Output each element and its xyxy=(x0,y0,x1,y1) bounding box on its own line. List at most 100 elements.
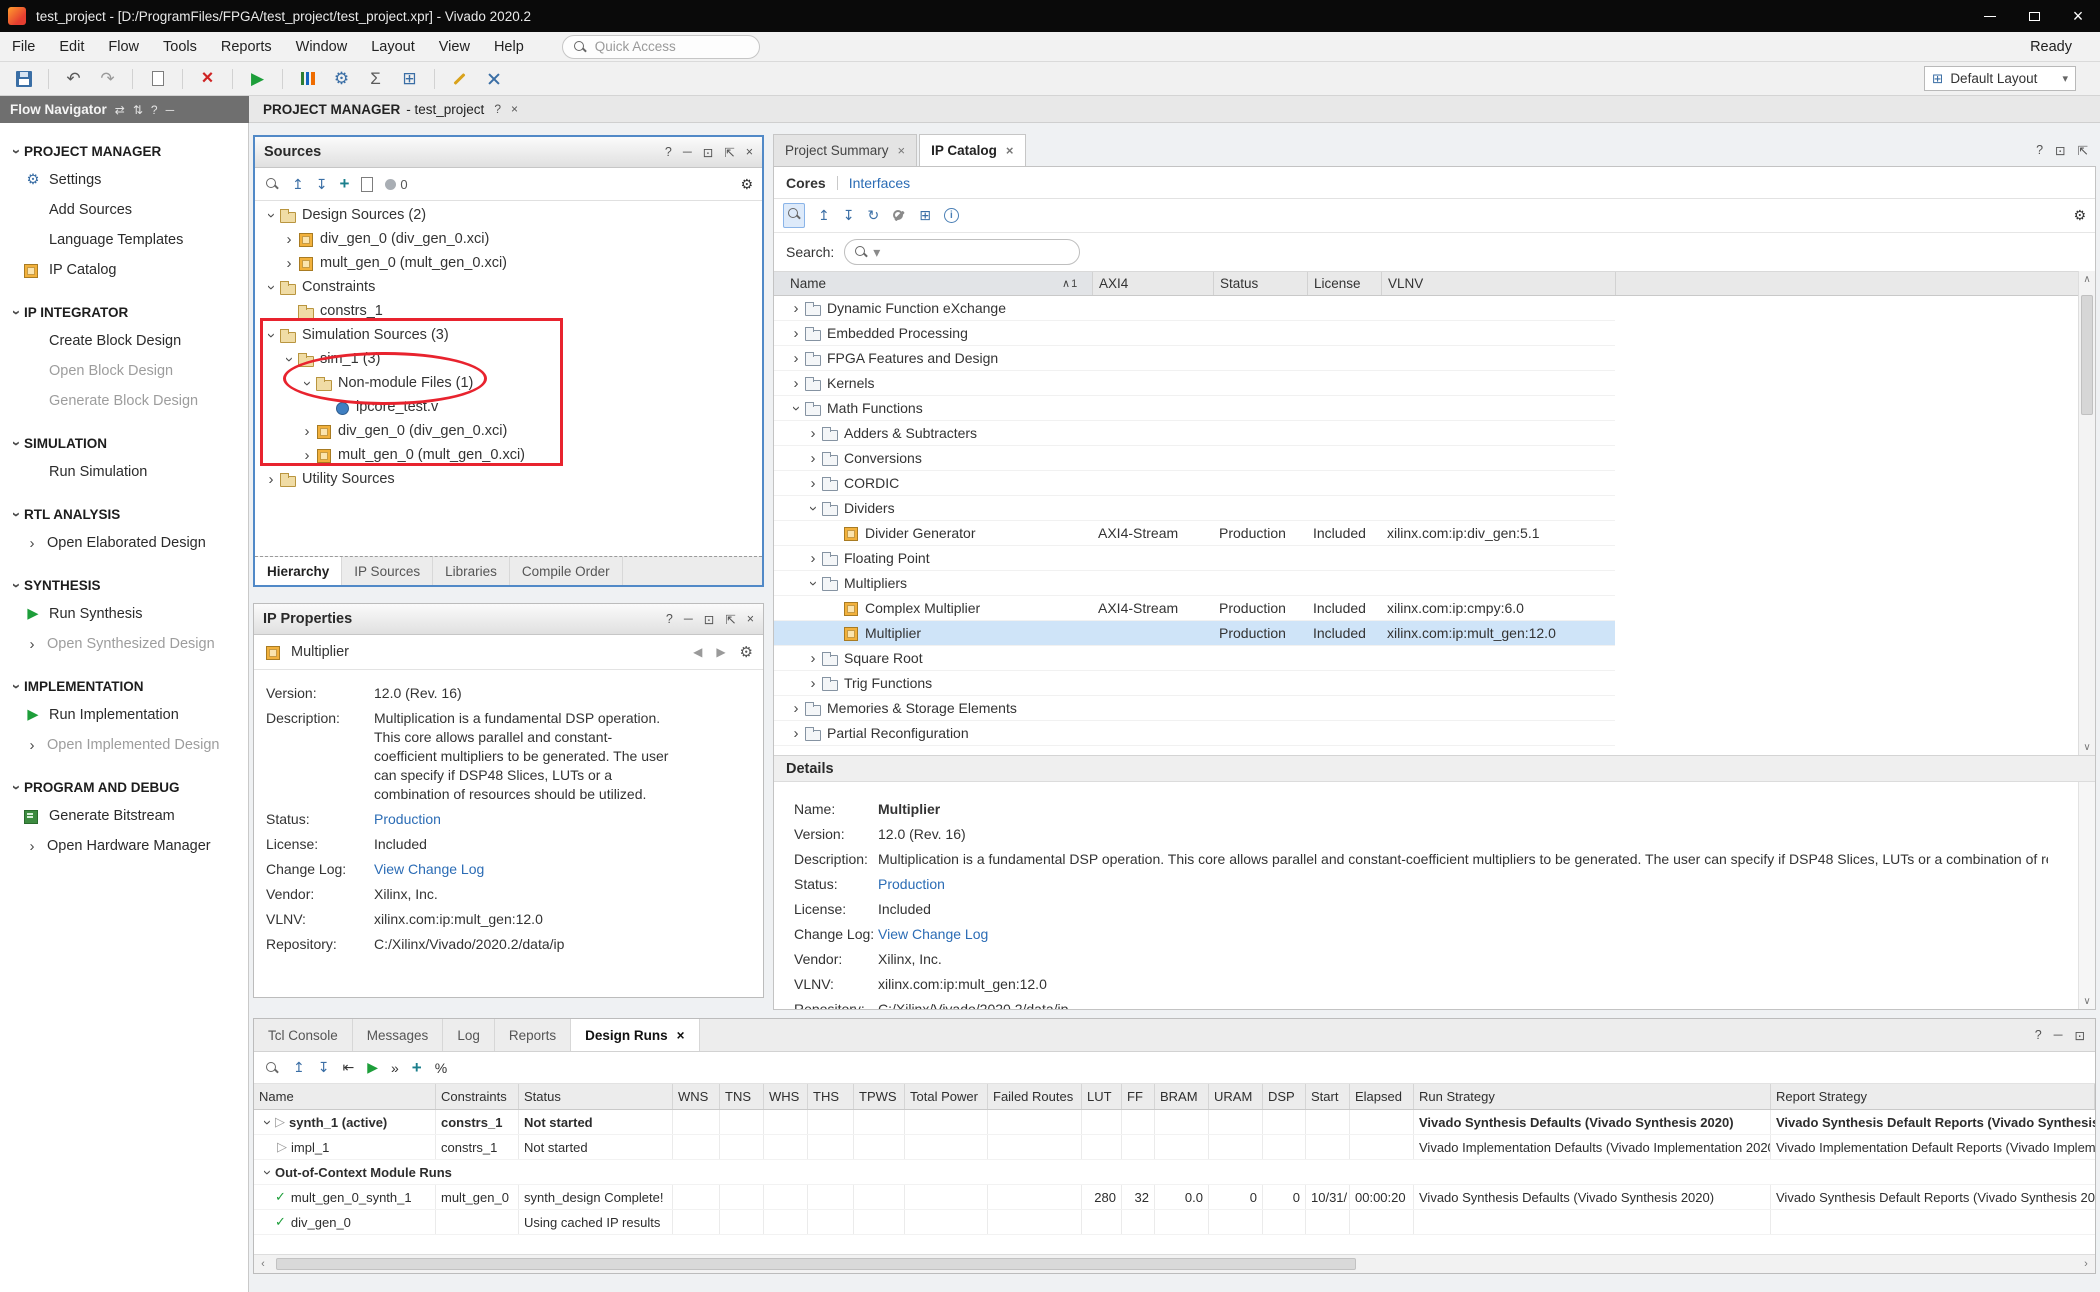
menu-reports[interactable]: Reports xyxy=(209,32,284,61)
tree-row-sim-1[interactable]: sim_1 (3) xyxy=(255,347,762,371)
tab-libraries[interactable]: Libraries xyxy=(433,557,510,585)
menu-window[interactable]: Window xyxy=(284,32,360,61)
collapse-all-icon[interactable] xyxy=(818,207,830,224)
sidebar-item-run-implementation[interactable]: Run Implementation xyxy=(0,700,248,730)
tab-ip-sources[interactable]: IP Sources xyxy=(342,557,433,585)
float-icon[interactable] xyxy=(725,612,735,627)
report-button[interactable] xyxy=(294,66,321,92)
debug-probes-button[interactable] xyxy=(480,66,507,92)
collapse-all-icon[interactable] xyxy=(292,176,304,193)
column-header[interactable]: URAM xyxy=(1209,1084,1263,1109)
minimize-button[interactable] xyxy=(1968,0,2012,32)
sidebar-item-language-templates[interactable]: Language Templates xyxy=(0,225,248,255)
menu-tools[interactable]: Tools xyxy=(151,32,209,61)
step-icon[interactable] xyxy=(391,1060,399,1076)
refresh-icon[interactable] xyxy=(867,207,879,224)
catalog-row[interactable]: CORDIC xyxy=(774,471,1615,496)
column-header[interactable]: FF xyxy=(1122,1084,1155,1109)
run-button[interactable] xyxy=(244,66,271,92)
expander-icon[interactable] xyxy=(281,256,297,271)
column-header[interactable]: TPWS xyxy=(854,1084,905,1109)
tree-row-utility-sources[interactable]: Utility Sources xyxy=(255,467,762,491)
expander-icon[interactable] xyxy=(805,651,821,666)
expander-icon[interactable] xyxy=(805,501,821,516)
sidebar-item-create-block-design[interactable]: Create Block Design xyxy=(0,326,248,356)
tree-row-design-sources[interactable]: Design Sources (2) xyxy=(255,203,762,227)
column-header[interactable]: Start xyxy=(1306,1084,1350,1109)
catalog-row[interactable]: Math Functions xyxy=(774,396,1615,421)
menu-edit[interactable]: Edit xyxy=(47,32,96,61)
expander-icon[interactable] xyxy=(805,551,821,566)
help-icon[interactable] xyxy=(665,145,672,159)
maximize-icon[interactable] xyxy=(2075,1028,2085,1043)
close-icon[interactable] xyxy=(1006,143,1014,158)
catalog-row[interactable]: Multipliers xyxy=(774,571,1615,596)
section-header-project-manager[interactable]: PROJECT MANAGER xyxy=(0,137,248,165)
tab-design-runs[interactable]: Design Runs xyxy=(571,1019,699,1051)
catalog-vertical-scrollbar[interactable] xyxy=(2078,271,2095,755)
sidebar-item-run-synthesis[interactable]: Run Synthesis xyxy=(0,599,248,629)
catalog-row[interactable]: Partial Reconfiguration xyxy=(774,721,1615,746)
help-icon[interactable] xyxy=(2035,1028,2042,1042)
tree-row-ipcore-test[interactable]: ipcore_test.v xyxy=(255,395,762,419)
tab-reports[interactable]: Reports xyxy=(495,1019,571,1051)
settings-button[interactable] xyxy=(328,66,355,92)
expander-icon[interactable] xyxy=(788,401,804,416)
quick-access-search[interactable]: Quick Access xyxy=(562,35,760,59)
forward-icon[interactable] xyxy=(716,645,725,659)
scroll-right-icon[interactable]: › xyxy=(2077,1255,2095,1273)
add-sources-icon[interactable] xyxy=(339,174,349,194)
help-icon[interactable] xyxy=(151,103,158,117)
reorder-icon[interactable] xyxy=(133,103,143,117)
catalog-row[interactable]: Embedded Processing xyxy=(774,321,1615,346)
help-icon[interactable] xyxy=(494,102,501,116)
change-log-link[interactable]: View Change Log xyxy=(374,860,674,879)
scrollbar-thumb[interactable] xyxy=(2081,295,2093,415)
expander-icon[interactable] xyxy=(788,701,804,716)
expander-icon[interactable] xyxy=(281,352,297,367)
scroll-left-icon[interactable]: ‹ xyxy=(254,1255,272,1273)
expander-icon[interactable] xyxy=(263,472,279,487)
file-icon[interactable] xyxy=(361,177,373,192)
chevron-right-icon[interactable] xyxy=(24,637,40,652)
menu-flow[interactable]: Flow xyxy=(96,32,151,61)
expander-icon[interactable] xyxy=(805,676,821,691)
expander-icon[interactable] xyxy=(788,301,804,316)
sum-button[interactable] xyxy=(362,66,389,92)
sidebar-item-open-block-design[interactable]: Open Block Design xyxy=(0,356,248,386)
expander-icon[interactable] xyxy=(788,726,804,741)
scrollbar-thumb[interactable] xyxy=(276,1258,1356,1270)
help-icon[interactable] xyxy=(2036,143,2043,157)
sources-panel-title[interactable]: Sources xyxy=(255,137,762,168)
close-icon[interactable] xyxy=(746,145,753,159)
maximize-button[interactable] xyxy=(2012,0,2056,32)
expander-icon[interactable] xyxy=(805,476,821,491)
expander-icon[interactable] xyxy=(259,1115,275,1130)
minimize-icon[interactable] xyxy=(2054,1028,2063,1042)
expander-icon[interactable] xyxy=(788,351,804,366)
expander-icon[interactable] xyxy=(299,376,315,391)
expander-icon[interactable] xyxy=(263,280,279,295)
column-header[interactable]: WNS xyxy=(673,1084,720,1109)
subtab-interfaces[interactable]: Interfaces xyxy=(849,175,910,191)
section-header-rtl-analysis[interactable]: RTL ANALYSIS xyxy=(0,500,248,528)
close-icon[interactable] xyxy=(747,612,754,626)
sidebar-item-run-simulation[interactable]: Run Simulation xyxy=(0,457,248,487)
expander-icon[interactable] xyxy=(805,576,821,591)
details-vertical-scrollbar[interactable] xyxy=(2078,782,2095,1009)
sidebar-item-open-synthesized-design[interactable]: Open Synthesized Design xyxy=(0,629,248,659)
menu-layout[interactable]: Layout xyxy=(359,32,427,61)
tab-compile-order[interactable]: Compile Order xyxy=(510,557,623,585)
column-status[interactable]: Status xyxy=(1213,272,1307,295)
float-icon[interactable] xyxy=(2078,143,2088,158)
column-axi4[interactable]: AXI4 xyxy=(1092,272,1213,295)
tree-row-div-gen[interactable]: div_gen_0 (div_gen_0.xci) xyxy=(255,227,762,251)
utilization-icon[interactable] xyxy=(435,1060,447,1076)
menu-file[interactable]: File xyxy=(0,32,47,61)
sidebar-item-add-sources[interactable]: Add Sources xyxy=(0,195,248,225)
column-license[interactable]: License xyxy=(1307,272,1381,295)
column-header[interactable]: WHS xyxy=(764,1084,808,1109)
tree-row-sim-mult-gen[interactable]: mult_gen_0 (mult_gen_0.xci) xyxy=(255,443,762,467)
column-header[interactable]: Status xyxy=(519,1084,673,1109)
column-header[interactable]: Constraints xyxy=(436,1084,519,1109)
